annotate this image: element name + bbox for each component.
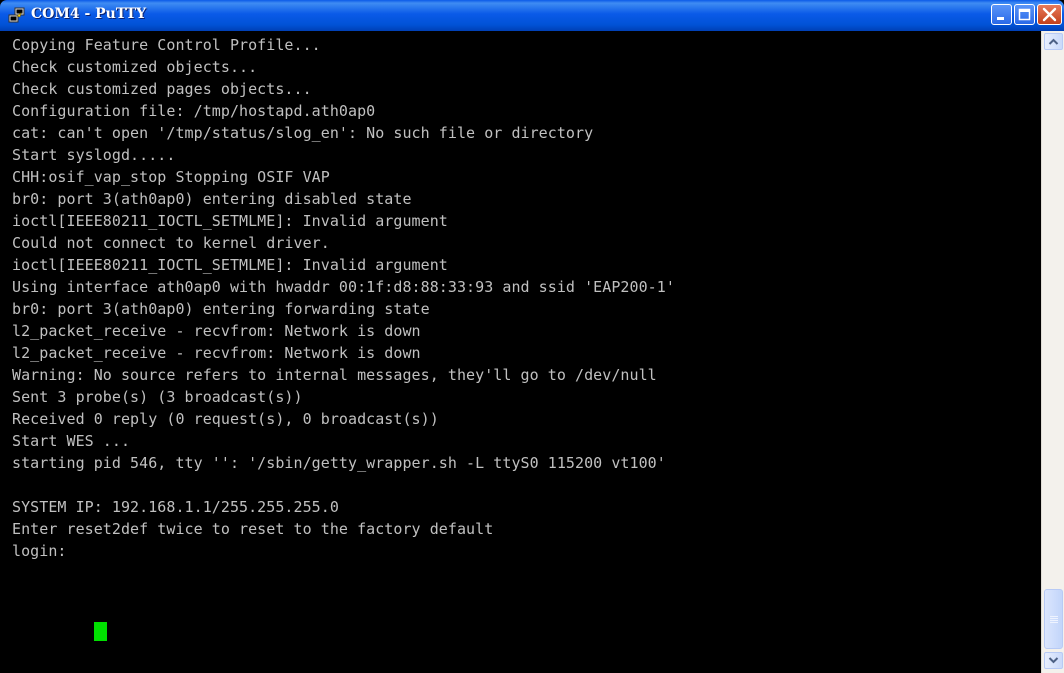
terminal-line: Enter reset2def twice to reset to the fa… [12, 520, 494, 538]
scroll-thumb[interactable] [1044, 589, 1063, 649]
text-cursor [94, 622, 107, 641]
terminal-line: br0: port 3(ath0ap0) entering forwarding… [12, 300, 430, 318]
close-icon [1042, 7, 1057, 22]
arrow-up-icon [1048, 38, 1059, 45]
terminal-line: Could not connect to kernel driver. [12, 234, 330, 252]
terminal-line: Start syslogd..... [12, 146, 176, 164]
terminal-line: Received 0 reply (0 request(s), 0 broadc… [12, 410, 439, 428]
grip-line [1050, 622, 1058, 623]
maximize-icon [1018, 8, 1031, 21]
grip-line [1050, 618, 1058, 619]
grip-line [1050, 616, 1058, 617]
scroll-up-button[interactable] [1044, 33, 1063, 50]
terminal-line: Sent 3 probe(s) (3 broadcast(s)) [12, 388, 303, 406]
title-bar[interactable]: COM4 - PuTTY [0, 0, 1064, 31]
terminal-line: l2_packet_receive - recvfrom: Network is… [12, 344, 421, 362]
maximize-button[interactable] [1014, 4, 1035, 25]
vertical-scrollbar[interactable] [1041, 31, 1064, 673]
terminal-line: ioctl[IEEE80211_IOCTL_SETMLME]: Invalid … [12, 212, 448, 230]
terminal-line: Start WES ... [12, 432, 131, 450]
putty-app-icon[interactable] [8, 7, 25, 24]
terminal-line: Check customized objects... [12, 58, 258, 76]
close-button[interactable] [1037, 4, 1062, 25]
terminal-line: SYSTEM IP: 192.168.1.1/255.255.255.0 [12, 498, 339, 516]
minimize-button[interactable] [991, 4, 1012, 25]
terminal-line: CHH:osif_vap_stop Stopping OSIF VAP [12, 168, 330, 186]
window-title: COM4 - PuTTY [31, 6, 147, 22]
terminal-line: Configuration file: /tmp/hostapd.ath0ap0 [12, 102, 376, 120]
grip-line [1050, 620, 1058, 621]
terminal-line: br0: port 3(ath0ap0) entering disabled s… [12, 190, 412, 208]
putty-window: COM4 - PuTTY Copying Feature Control Pro… [0, 0, 1064, 673]
terminal-line: Check customized pages objects... [12, 80, 312, 98]
terminal-line: l2_packet_receive - recvfrom: Network is… [12, 322, 421, 340]
terminal-prompt: login: [12, 542, 76, 560]
terminal-line: starting pid 546, tty '': '/sbin/getty_w… [12, 454, 666, 472]
scroll-down-button[interactable] [1044, 652, 1063, 669]
terminal-line: Warning: No source refers to internal me… [12, 366, 657, 384]
terminal-line: Using interface ath0ap0 with hwaddr 00:1… [12, 278, 675, 296]
arrow-down-icon [1048, 657, 1059, 664]
terminal-line: Copying Feature Control Profile... [12, 36, 321, 54]
minimize-icon [997, 17, 1004, 20]
terminal-screen[interactable]: Copying Feature Control Profile... Check… [4, 31, 1041, 673]
terminal-line: ioctl[IEEE80211_IOCTL_SETMLME]: Invalid … [12, 256, 448, 274]
terminal-line: cat: can't open '/tmp/status/slog_en': N… [12, 124, 594, 142]
